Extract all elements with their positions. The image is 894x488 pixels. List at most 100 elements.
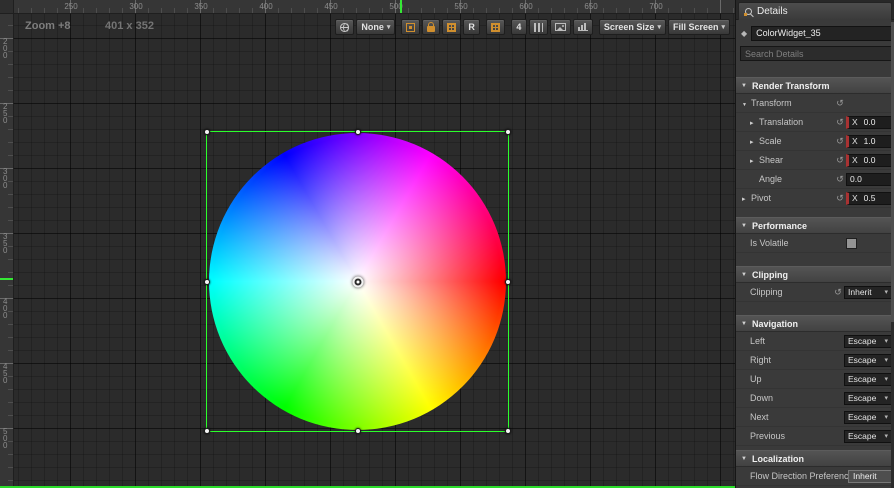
zoom-level-label: Zoom +8 [25,20,71,32]
pivot-x-field[interactable]: X 0.5 [846,191,892,205]
ruler-vertical: 200 250 300 350 400 450 500 [0,14,14,488]
details-icon [744,8,752,16]
expander-icon[interactable] [742,193,751,203]
value-text: 0.0 [863,155,876,165]
reset-to-default-icon[interactable] [834,155,846,166]
widget-name-field[interactable] [751,25,894,41]
section-title: Render Transform [752,80,830,91]
property-label: Shear [759,155,784,165]
grid-toggle-button[interactable] [485,19,505,35]
selection-handle-middle-right[interactable] [505,278,511,285]
reset-to-default-icon[interactable] [834,193,846,204]
nav-left-dropdown[interactable]: Escape [844,334,892,348]
tab-details[interactable]: Details [738,2,892,20]
ruler-corner [0,0,14,14]
section-header-localization[interactable]: Localization [736,450,894,467]
reset-to-default-icon[interactable] [834,98,846,109]
nav-right-dropdown[interactable]: Escape [844,353,892,367]
selection-handle-bottom-middle[interactable] [354,428,361,434]
search-details-input[interactable] [740,46,894,61]
selection-handle-middle-left[interactable] [204,278,210,285]
reset-to-default-icon[interactable] [834,117,846,128]
expander-icon[interactable] [742,98,751,108]
anchor-button[interactable] [401,19,421,35]
property-row-shear: Shear X 0.0 [736,151,894,170]
property-label: Is Volatile [750,238,789,248]
button-value: Inherit [853,471,877,481]
axis-label: X [852,117,858,127]
design-canvas[interactable]: Zoom +8 401 x 352 None ▾ R 4 Screen Size… [14,14,735,488]
selection-handle-top-middle[interactable] [354,129,361,135]
dropdown-value: Escape [848,355,877,365]
selection-handle-bottom-left[interactable] [204,428,210,434]
angle-field[interactable]: 0.0 [846,172,892,186]
fill-screen-label: Fill Screen [672,22,719,32]
dropdown-value: Escape [848,336,877,346]
widget-name-row [736,23,894,43]
section-header-render-transform[interactable]: Render Transform [736,77,894,94]
property-row-is-volatile: Is Volatile [736,234,894,253]
property-row-transform: Transform [736,94,894,113]
preview-background-button[interactable] [549,19,571,35]
property-label: Scale [759,136,782,146]
selection-handle-top-left[interactable] [204,129,210,135]
section-header-performance[interactable]: Performance [736,217,894,234]
snap-grid-button[interactable] [442,19,462,35]
grid-snap-size-button[interactable]: 4 [510,19,527,35]
ruler-label: 200 [3,37,8,60]
selection-handle-top-right[interactable] [505,129,511,135]
property-row-nav-up: Up Escape [736,370,894,389]
flow-direction-button[interactable]: Inherit [848,469,892,483]
scale-x-field[interactable]: X 1.0 [846,134,892,148]
property-row-flow-direction: Flow Direction Preference Inherit [736,467,894,486]
rotation-mode-label: R [468,22,475,32]
expander-icon[interactable] [750,155,759,165]
property-label: Next [750,412,769,422]
property-row-nav-next: Next Escape [736,408,894,427]
selection-handle-bottom-right[interactable] [505,428,511,434]
reset-to-default-icon[interactable] [834,136,846,147]
expander-icon[interactable] [750,117,759,127]
ruler-label: 250 [3,102,8,125]
reset-to-default-icon[interactable] [832,287,844,298]
shear-x-field[interactable]: X 0.0 [846,153,892,167]
ruler-label: 350 [194,2,208,11]
rotation-mode-button[interactable]: R [463,19,480,35]
property-label: Transform [751,98,792,108]
section-header-clipping[interactable]: Clipping [736,266,894,283]
nav-down-dropdown[interactable]: Escape [844,391,892,405]
nav-up-dropdown[interactable]: Escape [844,372,892,386]
ruler-label: 400 [259,2,273,11]
designer-viewport: 250 300 350 400 450 500 550 600 650 700 … [0,0,735,488]
stats-button[interactable] [572,19,593,35]
cursor-position-marker-y [0,278,13,280]
lock-button[interactable] [422,19,441,35]
outline-toggle-button[interactable] [528,19,548,35]
ruler-label: 450 [3,362,8,385]
selection-outline[interactable] [204,129,511,434]
clipping-dropdown[interactable]: Inherit [844,285,892,299]
localization-preview-button[interactable] [335,19,355,35]
axis-label: X [852,193,858,203]
property-label: Pivot [751,193,772,203]
section-title: Navigation [752,318,799,329]
reset-to-default-icon[interactable] [834,174,846,185]
dropdown-value: Inherit [848,287,872,297]
pivot-handle[interactable] [352,276,363,287]
section-title: Performance [752,220,808,231]
nav-previous-dropdown[interactable]: Escape [844,429,892,443]
preview-dropdown[interactable]: None [356,19,396,35]
ruler-label: 700 [649,2,663,11]
preview-dropdown-label: None [361,22,384,32]
anchor-icon [406,22,416,32]
value-text: 0.0 [863,117,876,127]
nav-next-dropdown[interactable]: Escape [844,410,892,424]
section-header-navigation[interactable]: Navigation [736,315,894,332]
value-text: 1.0 [863,136,876,146]
property-row-pivot: Pivot X 0.5 [736,189,894,208]
translation-x-field[interactable]: X 0.0 [846,115,892,129]
fill-screen-dropdown[interactable]: Fill Screen [667,19,730,35]
is-volatile-checkbox[interactable] [846,237,857,249]
expander-icon[interactable] [750,136,759,146]
screen-size-dropdown[interactable]: Screen Size [598,19,666,35]
